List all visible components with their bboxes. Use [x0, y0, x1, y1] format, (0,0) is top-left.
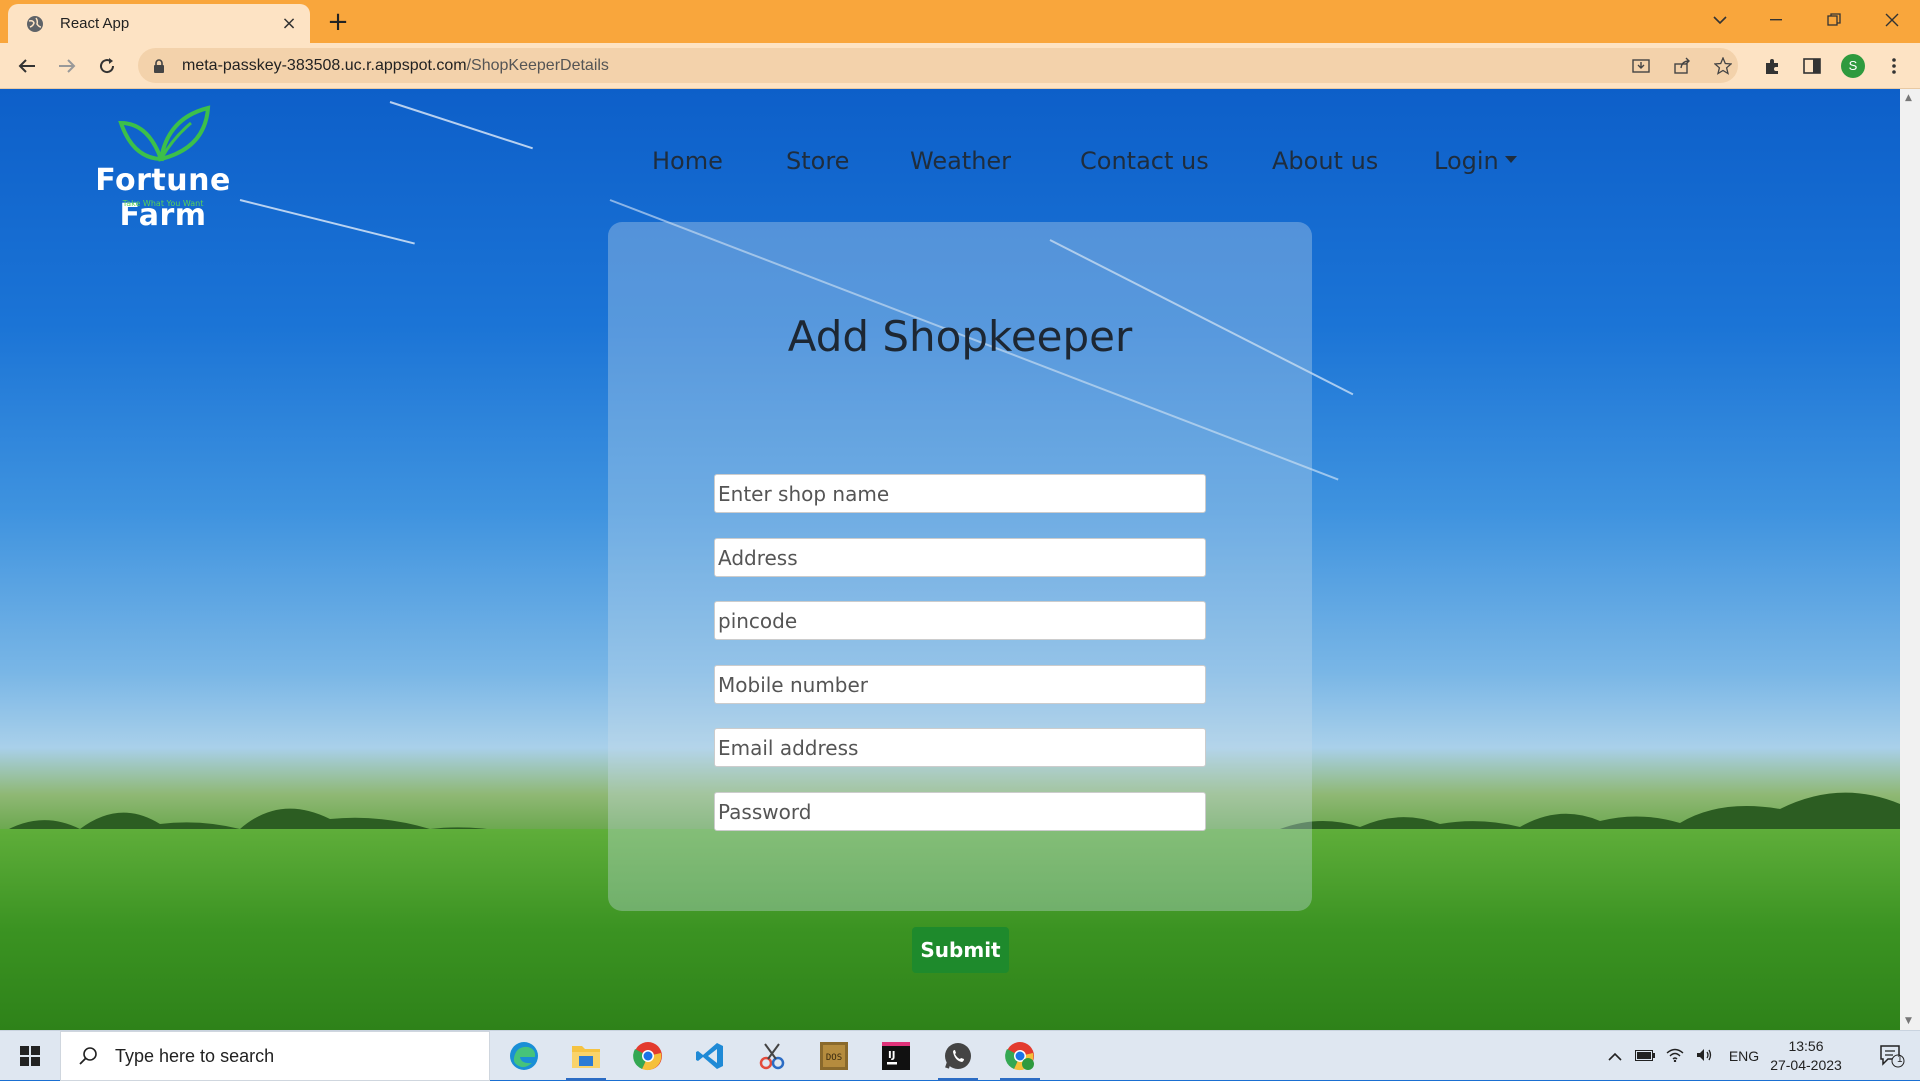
reload-icon[interactable]	[91, 50, 123, 82]
minimize-icon[interactable]	[1748, 0, 1804, 40]
windows-taskbar: Type here to search DOS IJ ENG 13:56 27-…	[0, 1030, 1920, 1081]
search-placeholder: Type here to search	[115, 1045, 275, 1066]
taskbar-search[interactable]: Type here to search	[60, 1031, 490, 1081]
clock-date: 27-04-2023	[1770, 1057, 1842, 1073]
password-input[interactable]	[714, 792, 1206, 831]
share-icon[interactable]	[1670, 54, 1694, 78]
new-tab-button[interactable]: +	[322, 6, 354, 38]
intellij-icon[interactable]: IJ	[868, 1031, 924, 1081]
brand-tagline: Take What You Want	[122, 199, 204, 208]
extensions-icon[interactable]	[1760, 54, 1784, 78]
globe-icon	[27, 15, 43, 32]
dosbox-icon[interactable]: DOS	[806, 1031, 862, 1081]
profile-avatar[interactable]: S	[1841, 54, 1865, 78]
url-path: /ShopKeeperDetails	[466, 56, 609, 74]
nav-contact[interactable]: Contact us	[1080, 147, 1209, 177]
page-background: Fortune Farm Take What You Want Home Sto…	[0, 89, 1900, 1030]
snipping-tool-icon[interactable]	[744, 1031, 800, 1081]
volume-icon[interactable]	[1690, 1048, 1720, 1065]
notification-count: 1	[1897, 1054, 1903, 1065]
system-tray: ENG	[1600, 1031, 1768, 1081]
address-bar[interactable]: meta-passkey-383508.uc.r.appspot.com/Sho…	[138, 48, 1738, 83]
windows-start-icon[interactable]	[0, 1031, 60, 1081]
battery-icon[interactable]	[1630, 1048, 1660, 1064]
tab-search-icon[interactable]	[1692, 0, 1748, 40]
nav-home[interactable]: Home	[652, 147, 723, 177]
menu-kebab-icon[interactable]	[1882, 54, 1906, 78]
notifications-icon[interactable]: 1	[1864, 1031, 1920, 1081]
nav-about[interactable]: About us	[1272, 147, 1378, 177]
side-panel-icon[interactable]	[1800, 54, 1824, 78]
address-input[interactable]	[714, 538, 1206, 577]
bookmark-star-icon[interactable]	[1711, 54, 1735, 78]
chrome-icon[interactable]	[620, 1031, 676, 1081]
sky-streak	[389, 101, 533, 150]
lock-icon	[154, 58, 164, 73]
site-logo[interactable]: Fortune Farm Take What You Want	[58, 103, 268, 233]
vscode-icon[interactable]	[682, 1031, 738, 1081]
submit-button[interactable]: Submit	[912, 927, 1009, 973]
clock-time: 13:56	[1788, 1038, 1824, 1054]
tab-close-icon[interactable]: ×	[278, 13, 300, 34]
page-scrollbar[interactable]: ▲ ▼	[1900, 89, 1920, 1030]
url-host: meta-passkey-383508.uc.r.appspot.com	[182, 56, 467, 74]
shop-name-input[interactable]	[714, 474, 1206, 513]
nav-weather[interactable]: Weather	[910, 147, 1011, 177]
svg-text:DOS: DOS	[826, 1053, 842, 1063]
browser-tab[interactable]: React App ×	[8, 4, 310, 43]
system-clock[interactable]: 13:56 27-04-2023	[1766, 1037, 1846, 1075]
svg-text:IJ: IJ	[888, 1050, 895, 1061]
tab-title: React App	[60, 15, 130, 32]
show-hidden-icons-icon[interactable]	[1600, 1048, 1630, 1064]
install-app-icon[interactable]	[1629, 54, 1653, 78]
nav-login-dropdown[interactable]: Login	[1434, 147, 1517, 177]
search-icon	[79, 1047, 97, 1065]
back-icon[interactable]	[11, 50, 43, 82]
file-explorer-icon[interactable]	[558, 1031, 614, 1081]
shopkeeper-form-card: Add Shopkeeper Submit	[608, 222, 1312, 973]
pincode-input[interactable]	[714, 601, 1206, 640]
nav-login-label: Login	[1434, 147, 1499, 175]
caret-down-icon	[1504, 155, 1517, 163]
mobile-number-input[interactable]	[714, 665, 1206, 704]
close-window-icon[interactable]	[1864, 0, 1920, 40]
url-text: meta-passkey-383508.uc.r.appspot.com/Sho…	[182, 57, 609, 75]
wifi-icon[interactable]	[1660, 1048, 1690, 1065]
restore-icon[interactable]	[1806, 0, 1862, 40]
browser-tab-strip: React App × +	[0, 0, 1920, 43]
form-title: Add Shopkeeper	[787, 312, 1133, 361]
scroll-down-icon[interactable]: ▼	[1905, 1016, 1912, 1026]
scroll-up-icon[interactable]: ▲	[1905, 93, 1912, 103]
brand-name: Fortune Farm	[95, 163, 231, 233]
chrome-profile-icon[interactable]	[992, 1031, 1048, 1081]
nav-store[interactable]: Store	[786, 147, 849, 177]
whatsapp-icon[interactable]	[930, 1031, 986, 1081]
leaf-icon	[118, 105, 211, 162]
edge-icon[interactable]	[496, 1031, 552, 1081]
language-indicator[interactable]: ENG	[1720, 1048, 1768, 1064]
forward-icon[interactable]	[51, 50, 83, 82]
browser-toolbar: meta-passkey-383508.uc.r.appspot.com/Sho…	[0, 43, 1920, 89]
email-input[interactable]	[714, 728, 1206, 767]
